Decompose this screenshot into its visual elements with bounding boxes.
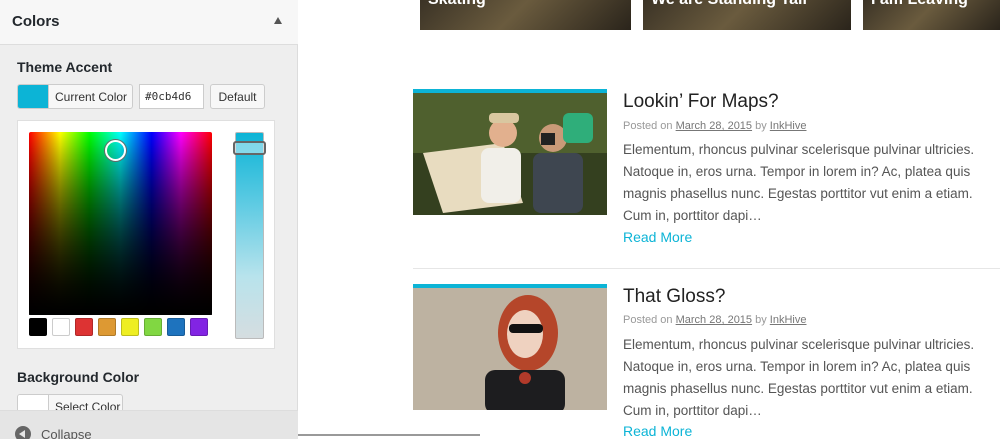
by-label: by bbox=[755, 120, 767, 132]
collapse-bar[interactable]: Collapse bbox=[0, 410, 298, 439]
post-thumbnail[interactable] bbox=[413, 89, 607, 215]
current-color-button[interactable]: Current Color bbox=[17, 84, 133, 109]
post-thumbnail[interactable] bbox=[413, 284, 607, 410]
hue-slider-handle[interactable] bbox=[233, 141, 266, 155]
palette-swatch-purple[interactable] bbox=[190, 318, 208, 336]
collapse-arrow-icon[interactable] bbox=[274, 17, 282, 24]
palette-swatch-orange[interactable] bbox=[98, 318, 116, 336]
post-divider bbox=[413, 268, 1000, 269]
post-author-link[interactable]: InkHive bbox=[770, 314, 807, 326]
post-date-link[interactable]: March 28, 2015 bbox=[676, 314, 752, 326]
current-color-label: Current Color bbox=[55, 90, 128, 104]
customizer-sidebar: Colors Theme Accent Current Color #0cb4d… bbox=[0, 0, 298, 439]
palette-swatch-red[interactable] bbox=[75, 318, 93, 336]
post-meta: Posted on March 28, 2015 by InkHive bbox=[623, 314, 806, 326]
post-excerpt: Elementum, rhoncus pulvinar scelerisque … bbox=[623, 337, 975, 418]
theme-accent-title: Theme Accent bbox=[17, 59, 113, 75]
by-label: by bbox=[755, 314, 767, 326]
post-title[interactable]: That Gloss? bbox=[623, 286, 725, 308]
post-excerpt: Elementum, rhoncus pulvinar scelerisque … bbox=[623, 142, 975, 223]
posted-on-label: Posted on bbox=[623, 120, 673, 132]
horizontal-scrollbar[interactable] bbox=[298, 434, 480, 436]
color-picker bbox=[17, 120, 275, 349]
palette-swatch-blue[interactable] bbox=[167, 318, 185, 336]
palette-swatch-yellow[interactable] bbox=[121, 318, 139, 336]
collapse-label: Collapse bbox=[41, 427, 92, 439]
post-date-link[interactable]: March 28, 2015 bbox=[676, 120, 752, 132]
palette bbox=[29, 318, 208, 336]
travelers-photo bbox=[413, 93, 607, 215]
hex-color-input[interactable]: #0cb4d6 bbox=[139, 84, 204, 109]
featured-thumb-title: We are Standing Tall bbox=[651, 0, 807, 9]
site-preview: Skating We are Standing Tall I am Leavin… bbox=[299, 0, 1000, 439]
saturation-handle[interactable] bbox=[105, 140, 126, 161]
palette-swatch-green[interactable] bbox=[144, 318, 162, 336]
featured-thumb[interactable]: Skating bbox=[420, 0, 631, 30]
read-more-link[interactable]: Read More bbox=[623, 423, 692, 439]
featured-thumb-title: Skating bbox=[428, 0, 486, 9]
palette-swatch-black[interactable] bbox=[29, 318, 47, 336]
posted-on-label: Posted on bbox=[623, 314, 673, 326]
blog-post: That Gloss? Posted on March 28, 2015 by … bbox=[413, 284, 1000, 439]
post-meta: Posted on March 28, 2015 by InkHive bbox=[623, 120, 806, 132]
featured-thumb-title: I am Leaving bbox=[871, 0, 968, 9]
hue-slider[interactable] bbox=[235, 132, 264, 339]
blog-post: Lookin’ For Maps? Posted on March 28, 20… bbox=[413, 89, 1000, 259]
featured-thumb[interactable]: We are Standing Tall bbox=[643, 0, 851, 30]
woman-portrait-photo bbox=[413, 288, 607, 410]
default-button[interactable]: Default bbox=[210, 84, 265, 109]
post-title[interactable]: Lookin’ For Maps? bbox=[623, 91, 779, 113]
featured-thumb[interactable]: I am Leaving bbox=[863, 0, 1000, 30]
background-color-title: Background Color bbox=[17, 369, 140, 385]
read-more-link[interactable]: Read More bbox=[623, 229, 692, 245]
section-title: Colors bbox=[12, 13, 60, 30]
current-color-swatch bbox=[18, 85, 49, 108]
palette-swatch-white[interactable] bbox=[52, 318, 70, 336]
collapse-icon[interactable] bbox=[15, 426, 31, 439]
post-author-link[interactable]: InkHive bbox=[770, 120, 807, 132]
colors-section-header[interactable]: Colors bbox=[0, 0, 298, 45]
